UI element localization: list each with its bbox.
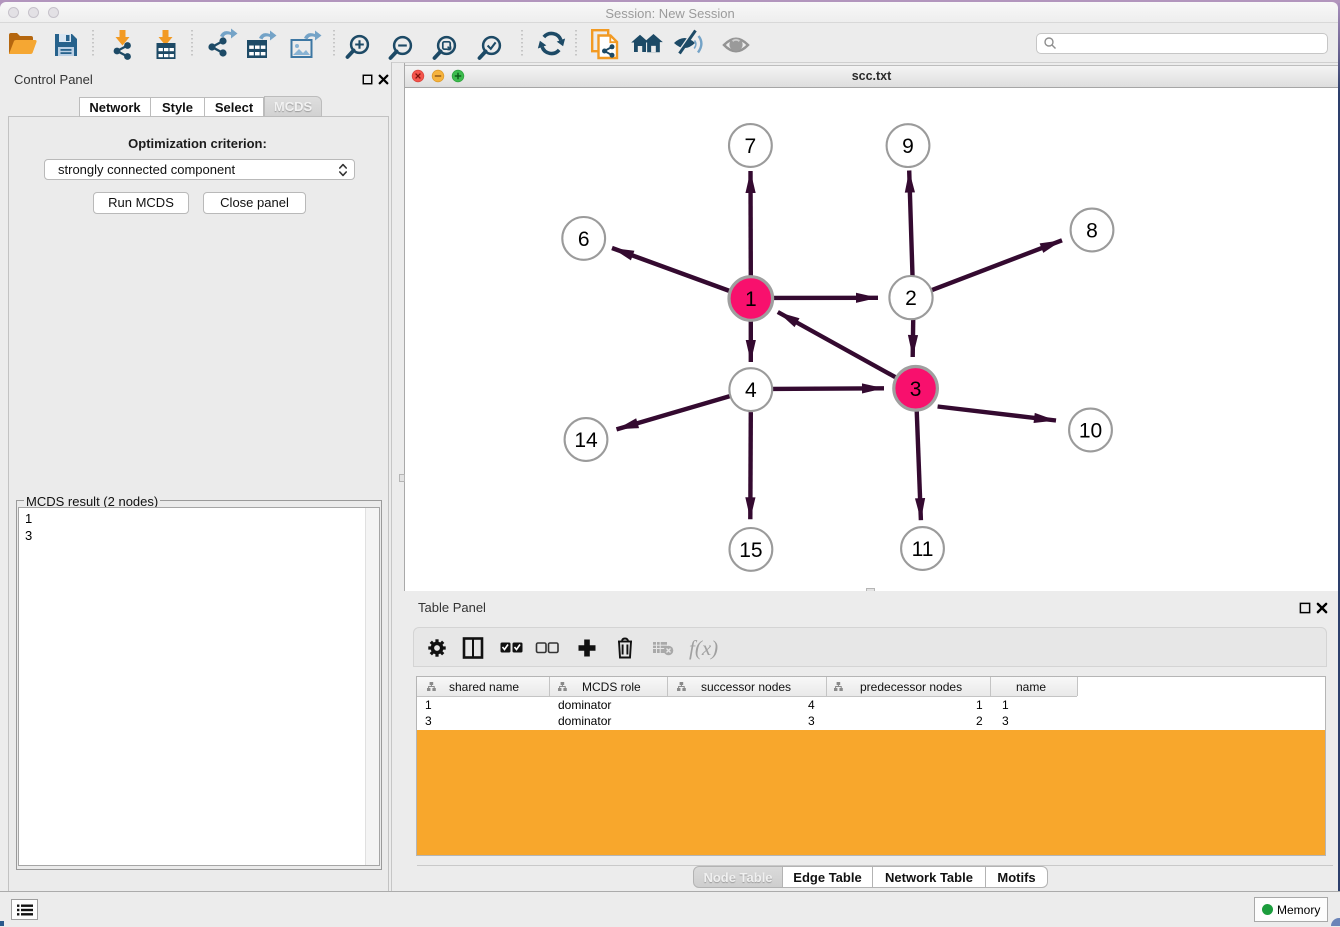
svg-text:2: 2 <box>905 287 917 310</box>
svg-text:8: 8 <box>1086 220 1098 243</box>
svg-text:15: 15 <box>739 539 762 562</box>
svg-text:10: 10 <box>1079 420 1102 443</box>
svg-text:f(x): f(x) <box>689 636 718 660</box>
svg-text:14: 14 <box>574 429 598 452</box>
svg-text:11: 11 <box>912 538 934 561</box>
svg-text:1: 1 <box>745 288 757 311</box>
svg-text:4: 4 <box>745 379 757 402</box>
svg-text:3: 3 <box>910 378 922 401</box>
svg-text:7: 7 <box>745 135 757 158</box>
svg-text:9: 9 <box>902 135 914 158</box>
svg-text:6: 6 <box>578 228 590 251</box>
